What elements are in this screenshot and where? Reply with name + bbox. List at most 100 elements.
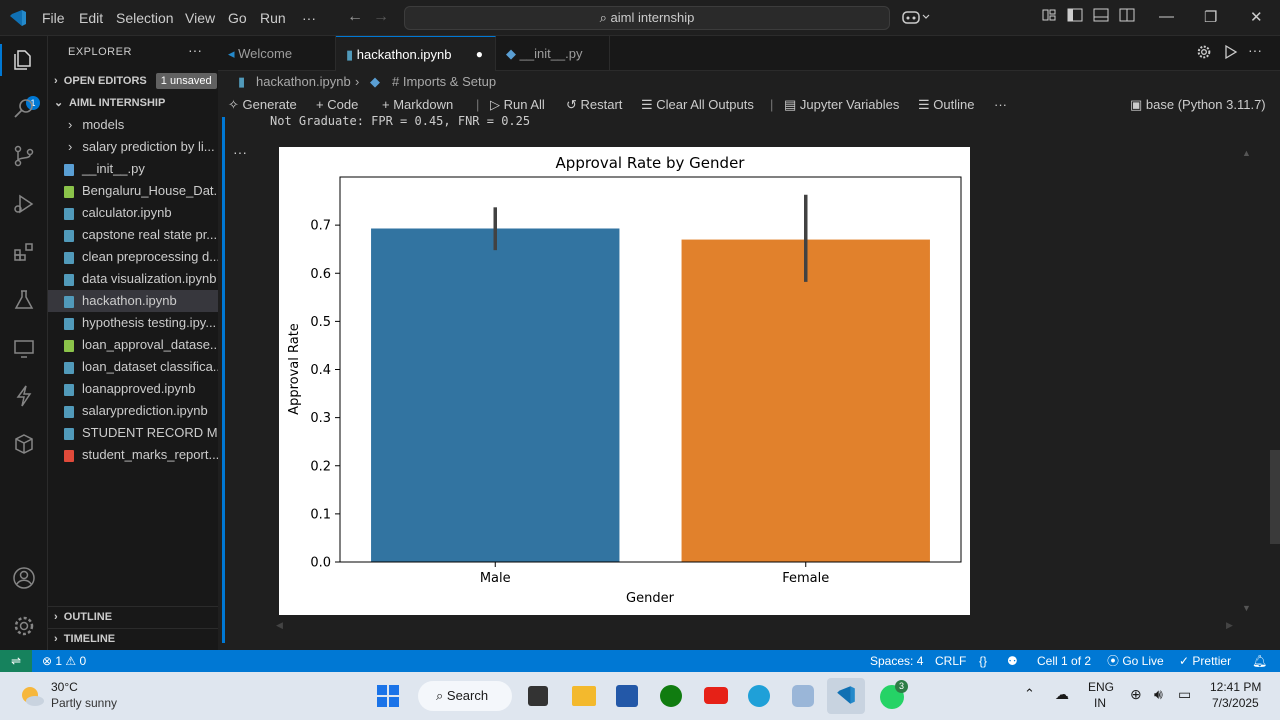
customize-layout-icon[interactable] bbox=[1042, 8, 1056, 26]
toggle-sidebar-icon[interactable] bbox=[1067, 8, 1083, 26]
timeline-section[interactable]: › TIMELINE bbox=[48, 628, 218, 650]
file-item[interactable]: clean preprocessing d... bbox=[48, 246, 218, 268]
file-item[interactable]: salaryprediction.ipynb bbox=[48, 400, 218, 422]
clock-time[interactable]: 12:41 PM bbox=[1210, 680, 1261, 694]
outline-button[interactable]: ☰ Outline bbox=[918, 93, 974, 117]
restore-icon[interactable]: ❐ bbox=[1204, 8, 1217, 26]
copilot-status-icon[interactable]: ⚉ bbox=[1007, 650, 1018, 672]
notifications-bell-icon[interactable]: 🔔︎ bbox=[1252, 650, 1267, 672]
vscode-taskbar-icon[interactable] bbox=[835, 684, 857, 706]
folder-item[interactable]: › models bbox=[48, 114, 218, 136]
scroll-up-icon[interactable]: ▲ bbox=[1242, 148, 1251, 158]
menu-view[interactable]: View bbox=[185, 10, 215, 26]
breadcrumb-section[interactable]: # Imports & Setup bbox=[392, 71, 496, 93]
edge-icon[interactable] bbox=[748, 685, 770, 707]
scroll-right-icon[interactable]: ▶ bbox=[1226, 620, 1233, 631]
file-item[interactable]: loan_dataset classifica... bbox=[48, 356, 218, 378]
taskbar-search[interactable]: ⌕ Search bbox=[418, 681, 512, 711]
file-item[interactable]: calculator.ipynb bbox=[48, 202, 218, 224]
clock-date[interactable]: 7/3/2025 bbox=[1212, 696, 1259, 710]
forward-arrow-icon[interactable]: → bbox=[373, 8, 389, 26]
store-icon[interactable] bbox=[616, 685, 638, 707]
file-item[interactable]: hypothesis testing.ipy... bbox=[48, 312, 218, 334]
chevron-up-icon[interactable]: ⌃ bbox=[1024, 686, 1035, 702]
toolbar-more-button[interactable]: ··· bbox=[994, 93, 1007, 117]
remote-indicator-icon[interactable]: ⇌ bbox=[0, 650, 32, 672]
menu-run[interactable]: Run bbox=[260, 10, 286, 26]
scroll-down-icon[interactable]: ▼ bbox=[1242, 603, 1251, 613]
file-item[interactable]: hackathon.ipynb bbox=[48, 290, 218, 312]
language-status[interactable]: {} bbox=[979, 650, 987, 672]
toggle-secondary-sidebar-icon[interactable] bbox=[1119, 8, 1135, 26]
menu-edit[interactable]: Edit bbox=[79, 10, 103, 26]
toggle-panel-icon[interactable] bbox=[1093, 8, 1109, 26]
file-item[interactable]: data visualization.ipynb bbox=[48, 268, 218, 290]
close-window-icon[interactable]: ✕ bbox=[1250, 8, 1263, 26]
battery-icon[interactable]: ▭ bbox=[1178, 686, 1191, 703]
menu-file[interactable]: File bbox=[42, 10, 65, 26]
cube-icon[interactable] bbox=[12, 432, 36, 456]
command-center-search[interactable]: ⌕ aiml internship bbox=[404, 6, 890, 30]
restart-button[interactable]: ↺ Restart bbox=[566, 93, 622, 117]
menu-more[interactable]: ··· bbox=[302, 10, 316, 26]
lightning-icon[interactable] bbox=[12, 384, 36, 408]
unsaved-dot-icon[interactable]: ● bbox=[476, 37, 483, 72]
clear-outputs-button[interactable]: ☰ Clear All Outputs bbox=[641, 93, 754, 117]
scroll-left-icon[interactable]: ◀ bbox=[276, 620, 283, 631]
go-live-button[interactable]: ⦿ Go Live bbox=[1107, 650, 1164, 672]
menu-go[interactable]: Go bbox=[228, 10, 247, 26]
file-item[interactable]: loan_approval_datase... bbox=[48, 334, 218, 356]
back-arrow-icon[interactable]: ← bbox=[347, 8, 363, 26]
settings-gear-icon[interactable] bbox=[12, 614, 36, 638]
indentation-status[interactable]: Spaces: 4 bbox=[870, 650, 923, 672]
file-item[interactable]: student_marks_report... bbox=[48, 444, 218, 466]
cell-output-menu-icon[interactable]: ··· bbox=[233, 144, 247, 160]
lang-bottom[interactable]: IN bbox=[1094, 696, 1106, 710]
search-icon[interactable] bbox=[12, 96, 36, 120]
tab-more-icon[interactable]: ··· bbox=[1248, 42, 1262, 58]
vertical-scrollbar[interactable] bbox=[1270, 450, 1280, 544]
problems-indicator[interactable]: ⊗ 1 ⚠ 0 bbox=[42, 650, 86, 672]
file-item[interactable]: loanapproved.ipynb bbox=[48, 378, 218, 400]
source-control-icon[interactable] bbox=[12, 144, 36, 168]
tab-hackathon[interactable]: ▮ hackathon.ipynb ● bbox=[336, 36, 496, 71]
gear-icon[interactable] bbox=[1196, 44, 1212, 63]
network-globe-icon[interactable]: ⊕ bbox=[1130, 686, 1142, 703]
testing-flask-icon[interactable] bbox=[12, 288, 36, 312]
folder-item[interactable]: › salary prediction by li... bbox=[48, 136, 218, 158]
eol-status[interactable]: CRLF bbox=[935, 650, 966, 672]
volume-icon[interactable]: 🔊︎ bbox=[1154, 686, 1163, 703]
breadcrumb-file[interactable]: hackathon.ipynb bbox=[256, 71, 351, 93]
kernel-picker[interactable]: ▣ base (Python 3.11.7) bbox=[1130, 93, 1266, 117]
file-explorer-icon[interactable] bbox=[572, 686, 596, 706]
menu-selection[interactable]: Selection bbox=[116, 10, 174, 26]
cell-position-status[interactable]: Cell 1 of 2 bbox=[1037, 650, 1091, 672]
windows-start-icon[interactable] bbox=[376, 684, 400, 708]
weather-desc[interactable]: Partly sunny bbox=[51, 696, 117, 710]
outline-section[interactable]: › OUTLINE bbox=[48, 606, 218, 628]
account-icon[interactable] bbox=[12, 566, 36, 590]
xbox-icon[interactable] bbox=[660, 685, 682, 707]
minimize-icon[interactable]: — bbox=[1159, 8, 1174, 25]
lang-top[interactable]: ENG bbox=[1088, 680, 1114, 694]
open-editors-section[interactable]: › OPEN EDITORS 1 unsaved bbox=[48, 70, 218, 92]
photos-icon[interactable] bbox=[792, 685, 814, 707]
tab-welcome[interactable]: ◂ Welcome bbox=[218, 36, 336, 71]
youtube-icon[interactable] bbox=[704, 687, 728, 704]
run-debug-icon[interactable] bbox=[12, 192, 36, 216]
onedrive-cloud-icon[interactable]: ☁ bbox=[1055, 686, 1069, 703]
copilot-icon[interactable] bbox=[902, 9, 930, 29]
extensions-icon[interactable] bbox=[12, 240, 36, 264]
file-item[interactable]: capstone real state pr... bbox=[48, 224, 218, 246]
sidebar-more-icon[interactable]: ··· bbox=[188, 42, 202, 58]
file-item[interactable]: __init__.py bbox=[48, 158, 218, 180]
variables-button[interactable]: ▤ Jupyter Variables bbox=[784, 93, 899, 117]
prettier-status[interactable]: ✓ Prettier bbox=[1179, 650, 1231, 672]
tab-init-py[interactable]: ◆ __init__.py bbox=[496, 36, 610, 71]
workspace-section[interactable]: ⌄ AIML INTERNSHIP bbox=[48, 92, 218, 114]
file-item[interactable]: STUDENT RECORD M... bbox=[48, 422, 218, 444]
remote-explorer-icon[interactable] bbox=[12, 336, 36, 360]
run-play-icon[interactable] bbox=[1224, 44, 1238, 63]
explorer-icon[interactable] bbox=[12, 48, 36, 72]
weather-temp[interactable]: 30°C bbox=[51, 680, 78, 694]
